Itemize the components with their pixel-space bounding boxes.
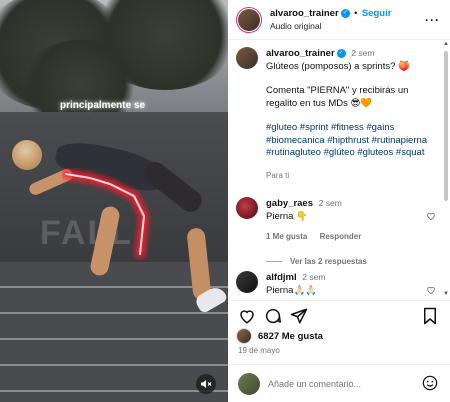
heart-icon[interactable] bbox=[426, 285, 436, 295]
add-comment-bar bbox=[228, 364, 450, 402]
athlete-head bbox=[12, 140, 42, 170]
like-heart-icon[interactable] bbox=[238, 307, 256, 325]
post-header: alvaroo_trainer ✓ • Seguir Audio original… bbox=[228, 0, 450, 40]
view-replies-button[interactable]: Ver las 2 respuestas bbox=[266, 256, 436, 269]
save-bookmark-icon[interactable] bbox=[422, 307, 438, 325]
comment-text: Pierna🙏🏻🙏🏻 bbox=[266, 284, 318, 296]
verified-badge-icon: ✓ bbox=[340, 9, 350, 19]
commenter-username[interactable]: gaby_raes bbox=[266, 198, 313, 209]
author-username[interactable]: alvaroo_trainer bbox=[270, 8, 339, 19]
speaker-muted-icon bbox=[201, 380, 212, 388]
caption-username[interactable]: alvaroo_trainer bbox=[266, 48, 335, 59]
comments-list: alvaroo_trainer ✓ 2 sem Glúteos (pomposos… bbox=[228, 41, 442, 297]
mute-toggle-button[interactable] bbox=[196, 374, 216, 394]
translation-label[interactable]: Para ti bbox=[266, 170, 436, 183]
comments-scrollbar[interactable]: ▲ ▼ bbox=[442, 41, 450, 297]
caption-line-2: Comenta "PIERNA" y recibirás un regalito… bbox=[266, 85, 409, 109]
comment-likes-count[interactable]: 1 Me gusta bbox=[266, 232, 307, 241]
follow-button[interactable]: Seguir bbox=[362, 8, 392, 19]
original-audio-link[interactable]: Audio original bbox=[270, 20, 391, 32]
scrollbar-thumb[interactable] bbox=[444, 51, 448, 201]
scroll-up-arrow-icon[interactable]: ▲ bbox=[443, 41, 449, 47]
share-paper-plane-icon[interactable] bbox=[290, 307, 308, 325]
post-actions-bar bbox=[228, 300, 450, 328]
caption-hashtags[interactable]: #gluteo #sprint #fitness #gains #biomeca… bbox=[266, 122, 436, 160]
video-caption-overlay: principalmente se bbox=[60, 100, 146, 111]
more-options-icon[interactable]: ··· bbox=[425, 13, 440, 27]
current-user-avatar bbox=[238, 372, 260, 395]
hip-angle-highlight bbox=[62, 169, 149, 259]
comment-time: 2 sem bbox=[302, 272, 326, 282]
likes-count[interactable]: 6827 Me gusta bbox=[258, 331, 323, 342]
caption-line-1: Glúteos (pomposos) a sprints? 🍑 bbox=[266, 60, 410, 72]
liker-avatar bbox=[236, 328, 252, 344]
caption-author-avatar[interactable] bbox=[236, 47, 258, 69]
commenter-avatar[interactable] bbox=[236, 271, 258, 293]
reply-button[interactable]: Responder bbox=[320, 232, 362, 241]
emoji-icon[interactable] bbox=[422, 375, 438, 391]
comment-bubble-icon[interactable] bbox=[264, 307, 282, 325]
caption-time: 2 sem bbox=[351, 48, 375, 58]
commenter-username[interactable]: alfdjml bbox=[266, 272, 297, 283]
author-avatar[interactable] bbox=[236, 6, 262, 33]
commenter-avatar[interactable] bbox=[236, 197, 258, 219]
post-date[interactable]: 19 de mayo bbox=[238, 346, 280, 355]
comment-time: 2 sem bbox=[318, 198, 342, 208]
post-sidebar: alvaroo_trainer ✓ • Seguir Audio original… bbox=[228, 0, 450, 402]
likes-summary[interactable]: 6827 Me gusta bbox=[236, 328, 323, 344]
header-separator: • bbox=[354, 8, 358, 18]
reel-video[interactable]: FALL principalmente se bbox=[0, 0, 228, 402]
verified-badge-icon: ✓ bbox=[336, 48, 346, 58]
comment-text: Pierna 👇 bbox=[266, 210, 308, 222]
heart-icon[interactable] bbox=[426, 211, 436, 221]
scroll-down-arrow-icon[interactable]: ▼ bbox=[443, 291, 449, 297]
comment-input[interactable] bbox=[268, 378, 416, 389]
